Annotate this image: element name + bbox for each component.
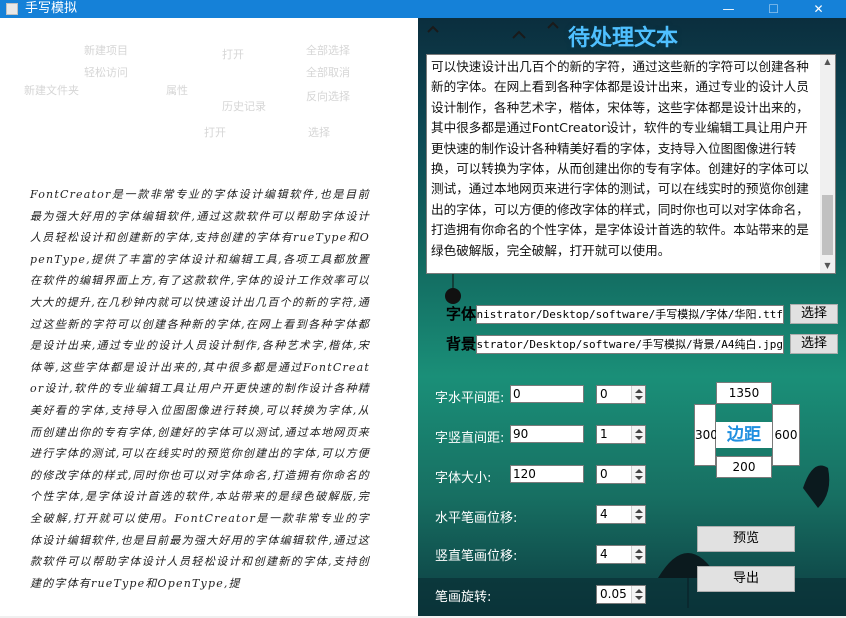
ghost-label: 全部选择 bbox=[306, 44, 350, 57]
h-spacing-label: 字水平间距: bbox=[435, 391, 505, 406]
ghost-label: 历史记录 bbox=[222, 100, 266, 113]
panel-header: 待处理文本 bbox=[418, 18, 846, 54]
ghost-label: 反向选择 bbox=[306, 90, 350, 103]
ghost-label: 新建项目 bbox=[84, 44, 128, 57]
handwriting-preview: 新建项目 轻松访问 新建文件夹 打开 全部选择 全部取消 属性 历史记录 反向选… bbox=[0, 18, 418, 616]
margin-left-input[interactable]: 300 bbox=[694, 404, 718, 466]
font-path-field[interactable]: C:/Users/Administrator/Desktop/software/… bbox=[476, 305, 784, 324]
spider-icon bbox=[445, 288, 461, 304]
ghost-label: 属性 bbox=[166, 84, 188, 97]
v-spacing-input[interactable]: 90 bbox=[510, 425, 584, 443]
ghost-label: 新建文件夹 bbox=[24, 84, 79, 97]
text-scrollbar[interactable]: ▲ ▼ bbox=[820, 55, 835, 273]
ghost-label: 轻松访问 bbox=[84, 66, 128, 79]
preview-button[interactable]: 预览 bbox=[697, 526, 795, 552]
choose-background-button[interactable]: 选择 bbox=[790, 334, 838, 354]
font-size-offset-stepper[interactable]: 0 bbox=[596, 465, 646, 484]
stepper-arrows-icon[interactable] bbox=[631, 426, 645, 443]
settings-panel: 待处理文本 可以快速设计出几百个的新的字符，通过这些新的字符可以创建各种新的字体… bbox=[418, 18, 846, 616]
stepper-arrows-icon[interactable] bbox=[631, 586, 645, 603]
scroll-thumb[interactable] bbox=[822, 195, 833, 255]
app-icon bbox=[6, 3, 18, 15]
stepper-arrows-icon[interactable] bbox=[631, 386, 645, 403]
v-stroke-label: 竖直笔画位移: bbox=[435, 549, 518, 564]
background-label: 背景 bbox=[446, 335, 477, 353]
v-stroke-stepper[interactable]: 4 bbox=[596, 545, 646, 564]
rotation-label: 笔画旋转: bbox=[435, 590, 492, 605]
margin-right-input[interactable]: 600 bbox=[772, 404, 800, 466]
ghost-label: 打开 bbox=[204, 126, 226, 139]
h-spacing-input[interactable]: 0 bbox=[510, 385, 584, 403]
h-spacing-offset-stepper[interactable]: 0 bbox=[596, 385, 646, 404]
choose-font-button[interactable]: 选择 bbox=[790, 304, 838, 324]
font-label: 字体 bbox=[446, 305, 477, 323]
scroll-up-icon[interactable]: ▲ bbox=[820, 55, 835, 69]
margin-top-input[interactable]: 1350 bbox=[716, 382, 772, 404]
close-button[interactable]: ✕ bbox=[796, 0, 841, 18]
stepper-arrows-icon[interactable] bbox=[631, 506, 645, 523]
background-path-field[interactable]: C:/Users/Administrator/Desktop/software/… bbox=[476, 335, 784, 354]
ghost-label: 打开 bbox=[222, 48, 244, 61]
handwriting-text: FontCreator是一款非常专业的字体设计编辑软件,也是目前最为强大好用的字… bbox=[30, 188, 370, 590]
ghost-label: 全部取消 bbox=[306, 66, 350, 79]
h-stroke-stepper[interactable]: 4 bbox=[596, 505, 646, 524]
rotation-stepper[interactable]: 0.05 bbox=[596, 585, 646, 604]
v-spacing-label: 字竖直间距: bbox=[435, 431, 505, 446]
v-spacing-offset-stepper[interactable]: 1 bbox=[596, 425, 646, 444]
minimize-button[interactable]: — bbox=[706, 0, 751, 18]
scroll-down-icon[interactable]: ▼ bbox=[820, 259, 835, 273]
stepper-arrows-icon[interactable] bbox=[631, 546, 645, 563]
app-window: 手写模拟 — ☐ ✕ 新建项目 轻松访问 新建文件夹 打开 全部选择 全部取消 … bbox=[0, 0, 846, 618]
h-stroke-label: 水平笔画位移: bbox=[435, 511, 518, 526]
stepper-arrows-icon[interactable] bbox=[631, 466, 645, 483]
window-title: 手写模拟 bbox=[25, 1, 78, 16]
ghost-label: 选择 bbox=[308, 126, 330, 139]
margin-bottom-input[interactable]: 200 bbox=[716, 456, 772, 478]
margin-label: 边距 bbox=[716, 422, 772, 448]
title-bar: 手写模拟 — ☐ ✕ bbox=[0, 0, 846, 18]
export-button[interactable]: 导出 bbox=[697, 566, 795, 592]
font-size-label: 字体大小: bbox=[435, 471, 492, 486]
maximize-button[interactable]: ☐ bbox=[751, 0, 796, 18]
font-size-input[interactable]: 120 bbox=[510, 465, 584, 483]
source-text-area[interactable]: 可以快速设计出几百个的新的字符，通过这些新的字符可以创建各种新的字体。在网上看到… bbox=[426, 54, 836, 274]
panel-title: 待处理文本 bbox=[568, 25, 679, 51]
cat-silhouette-icon bbox=[803, 465, 830, 508]
